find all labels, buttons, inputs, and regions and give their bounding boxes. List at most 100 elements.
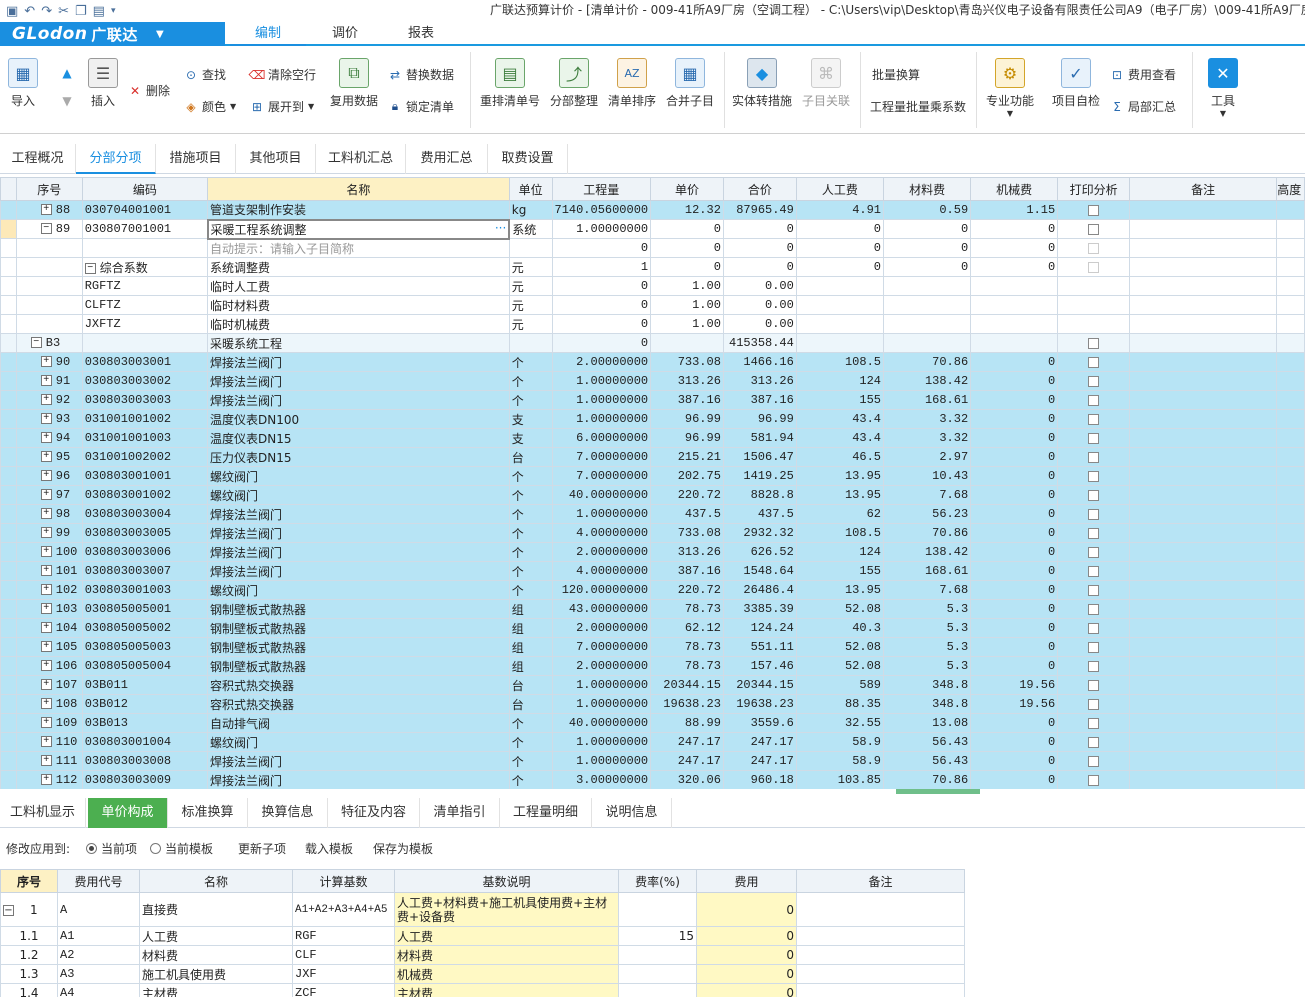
print-analysis-checkbox[interactable] xyxy=(1088,205,1100,216)
row-code[interactable]: − 综合系数 xyxy=(81,257,209,277)
row-code[interactable]: CLFTZ xyxy=(81,295,209,315)
fee-row[interactable]: 1.3 A3 施工机具使用费 JXF 机械费 0 xyxy=(0,964,965,984)
row-unit[interactable]: 个 xyxy=(508,371,553,391)
tab-features-content[interactable]: 特征及内容 xyxy=(328,798,420,828)
row-print-analysis[interactable] xyxy=(1057,466,1131,486)
row-total[interactable]: 1466.16 xyxy=(722,352,797,372)
row-code[interactable]: 030803001004 xyxy=(81,732,209,752)
row-indicator[interactable] xyxy=(0,295,17,315)
row-material-fee[interactable]: 56.23 xyxy=(882,504,972,524)
row-indicator[interactable] xyxy=(0,314,17,334)
fee-view-button[interactable]: ⊡ 费用查看 xyxy=(1110,66,1176,83)
fee-row[interactable]: − 1 A 直接费 A1+A2+A3+A4+A5 人工费+材料费+施工机具使用费+… xyxy=(0,892,965,927)
row-indicator[interactable] xyxy=(0,485,17,505)
row-machine-fee[interactable]: 0 xyxy=(970,618,1059,638)
lock-list-button[interactable]: 🔒︎ 锁定清单 xyxy=(388,98,454,115)
row-seq[interactable] xyxy=(15,295,83,315)
row-remark[interactable] xyxy=(1129,504,1278,524)
app-menu-button[interactable]: GLodon 广联达 ▼ xyxy=(0,22,225,46)
table-row[interactable]: +112 030803003009 焊接法兰阀门个 3.00000000 320.06 9… xyxy=(0,770,1305,789)
row-print-analysis[interactable] xyxy=(1057,200,1131,220)
row-print-analysis[interactable] xyxy=(1057,637,1131,657)
row-machine-fee[interactable]: 0 xyxy=(970,713,1059,733)
row-remark[interactable] xyxy=(1129,428,1278,448)
row-unit[interactable]: 个 xyxy=(508,352,553,372)
row-height[interactable] xyxy=(1276,428,1305,448)
row-code[interactable]: 030803001003 xyxy=(81,580,209,600)
row-name[interactable]: 焊接法兰阀门 xyxy=(207,770,510,789)
row-print-analysis[interactable] xyxy=(1057,257,1131,277)
fee-rate[interactable]: 15 xyxy=(618,926,697,946)
row-machine-fee[interactable]: 0 xyxy=(970,466,1059,486)
row-machine-fee[interactable]: 19.56 xyxy=(970,694,1059,714)
col-header[interactable]: 备注 xyxy=(1129,177,1278,201)
row-unit-price[interactable] xyxy=(650,333,724,353)
row-indicator[interactable] xyxy=(0,599,17,619)
row-quantity[interactable]: 6.00000000 xyxy=(551,428,652,448)
row-material-fee[interactable]: 0 xyxy=(882,219,972,239)
row-material-fee[interactable]: 70.86 xyxy=(882,523,972,543)
row-height[interactable] xyxy=(1276,295,1305,315)
row-labor-fee[interactable] xyxy=(795,314,885,334)
row-material-fee[interactable]: 13.08 xyxy=(882,713,972,733)
row-print-analysis[interactable] xyxy=(1057,694,1131,714)
row-material-fee[interactable]: 138.42 xyxy=(882,371,972,391)
row-material-fee[interactable]: 5.3 xyxy=(882,656,972,676)
row-unit[interactable]: 台 xyxy=(508,447,553,467)
row-machine-fee[interactable]: 0 xyxy=(970,447,1059,467)
fee-code[interactable]: A4 xyxy=(57,983,140,997)
table-row[interactable]: RGFTZ 临时人工费 元 0 1.00 0.00 xyxy=(0,276,1305,296)
row-indicator[interactable] xyxy=(0,732,17,752)
paste-icon[interactable]: ▤ xyxy=(93,4,105,19)
row-code[interactable]: 03B013 xyxy=(81,713,209,733)
row-quantity[interactable]: 0 xyxy=(551,295,652,315)
row-unit[interactable]: 个 xyxy=(508,770,553,789)
print-analysis-checkbox[interactable] xyxy=(1088,414,1100,425)
row-total[interactable]: 124.24 xyxy=(722,618,797,638)
menu-tab-edit[interactable]: 编制 xyxy=(230,22,306,46)
list-sort-button[interactable]: AZ 清单排序 xyxy=(608,58,656,109)
row-seq[interactable]: +111 xyxy=(15,751,83,771)
expand-icon[interactable]: + xyxy=(40,698,52,710)
col-header[interactable]: 机械费 xyxy=(970,177,1059,201)
row-seq[interactable] xyxy=(15,276,83,296)
row-quantity[interactable]: 0 xyxy=(551,333,652,353)
row-print-analysis[interactable] xyxy=(1057,675,1131,695)
table-row[interactable]: +104 030805005002 钢制壁板式散热器组 2.00000000 62.12… xyxy=(0,618,1305,638)
row-labor-fee[interactable]: 52.08 xyxy=(795,656,885,676)
row-machine-fee[interactable]: 0 xyxy=(970,542,1059,562)
row-print-analysis[interactable] xyxy=(1057,656,1131,676)
row-total[interactable]: 0.00 xyxy=(722,314,797,334)
row-unit[interactable]: 个 xyxy=(508,390,553,410)
customize-dropdown-icon[interactable]: ▾ xyxy=(111,6,116,16)
row-code[interactable]: 031001001003 xyxy=(81,428,209,448)
row-name[interactable]: 焊接法兰阀门 xyxy=(207,390,510,410)
row-name[interactable]: 临时材料费 xyxy=(207,295,510,315)
row-indicator[interactable] xyxy=(0,371,17,391)
table-row[interactable]: +88 030704001001 管道支架制作安装 kg 7140.05600000 12… xyxy=(0,200,1305,220)
row-remark[interactable] xyxy=(1129,333,1278,353)
row-print-analysis[interactable] xyxy=(1057,447,1131,467)
col-header[interactable]: 合价 xyxy=(722,177,797,201)
row-code[interactable]: 030803003005 xyxy=(81,523,209,543)
row-indicator[interactable] xyxy=(0,409,17,429)
row-height[interactable] xyxy=(1276,523,1305,543)
row-remark[interactable] xyxy=(1129,295,1278,315)
row-unit[interactable]: 个 xyxy=(508,504,553,524)
print-analysis-checkbox[interactable] xyxy=(1088,357,1100,368)
row-unit-price[interactable]: 20344.15 xyxy=(650,675,724,695)
row-seq[interactable]: +109 xyxy=(15,713,83,733)
row-remark[interactable] xyxy=(1129,257,1278,277)
row-unit-price[interactable]: 0 xyxy=(650,238,724,258)
row-print-analysis[interactable] xyxy=(1057,371,1131,391)
row-labor-fee[interactable]: 58.9 xyxy=(795,732,885,752)
row-name[interactable]: 管道支架制作安装 xyxy=(207,200,510,220)
row-labor-fee[interactable]: 155 xyxy=(795,390,885,410)
print-analysis-checkbox[interactable] xyxy=(1088,642,1100,653)
row-name[interactable]: 温度仪表DN100 xyxy=(207,409,510,429)
print-analysis-checkbox[interactable] xyxy=(1088,471,1100,482)
row-quantity[interactable]: 0 xyxy=(551,314,652,334)
print-analysis-checkbox[interactable] xyxy=(1088,699,1100,710)
row-print-analysis[interactable] xyxy=(1057,276,1131,296)
print-analysis-checkbox[interactable] xyxy=(1088,262,1100,273)
